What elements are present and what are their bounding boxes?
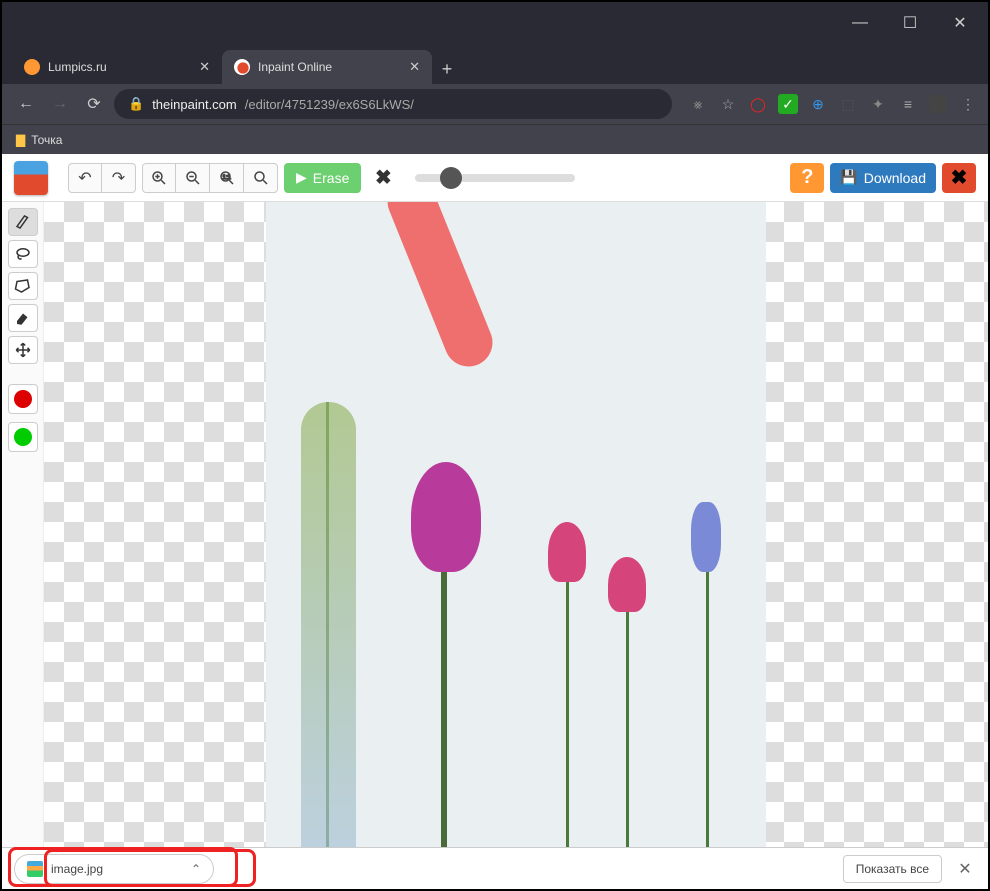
window-titlebar: — ☐ ✕ bbox=[2, 2, 988, 44]
lasso-tool[interactable] bbox=[8, 240, 38, 268]
marker-tool[interactable] bbox=[8, 208, 38, 236]
image-canvas[interactable] bbox=[266, 202, 766, 847]
zoom-group: 1:1 bbox=[142, 163, 278, 193]
eraser-tool[interactable] bbox=[8, 304, 38, 332]
zoom-actual-button[interactable] bbox=[244, 163, 278, 193]
tool-sidebar bbox=[2, 202, 44, 847]
help-button[interactable]: ? bbox=[790, 163, 824, 193]
chevron-up-icon[interactable]: ⌃ bbox=[191, 862, 201, 876]
window-minimize[interactable]: — bbox=[850, 14, 870, 32]
download-filename: image.jpg bbox=[51, 862, 103, 876]
app-toolbar: ↶ ↷ 1:1 ▶ Erase ✖ ? 💾 Download ✖ bbox=[2, 154, 988, 202]
browser-window: — ☐ ✕ Lumpics.ru ✕ Inpaint Online ✕ + ← … bbox=[0, 0, 990, 891]
url-domain: theinpaint.com bbox=[152, 97, 237, 112]
flower-stem bbox=[566, 552, 569, 847]
new-tab-button[interactable]: + bbox=[432, 54, 462, 84]
color-green[interactable] bbox=[8, 422, 38, 452]
tab-label: Inpaint Online bbox=[258, 60, 332, 74]
star-icon[interactable]: ☆ bbox=[718, 94, 738, 114]
undo-redo-group: ↶ ↷ bbox=[68, 163, 136, 193]
play-icon: ▶ bbox=[296, 169, 307, 186]
flower-head bbox=[301, 402, 356, 847]
close-downloads-bar[interactable]: ✕ bbox=[954, 859, 976, 879]
lock-icon: 🔒 bbox=[128, 96, 144, 112]
canvas-viewport[interactable] bbox=[44, 202, 988, 847]
translate-icon[interactable]: ⨳ bbox=[688, 94, 708, 114]
flower-head bbox=[548, 522, 586, 582]
move-tool[interactable] bbox=[8, 336, 38, 364]
list-icon[interactable]: ≡ bbox=[898, 94, 918, 114]
mask-stroke bbox=[380, 202, 499, 374]
save-icon: 💾 bbox=[840, 169, 857, 186]
url-path: /editor/4751239/ex6S6LkWS/ bbox=[245, 97, 414, 112]
forward-button[interactable]: → bbox=[46, 90, 74, 118]
url-input[interactable]: 🔒 theinpaint.com/editor/4751239/ex6S6LkW… bbox=[114, 89, 672, 119]
address-bar: ← → ⟳ 🔒 theinpaint.com/editor/4751239/ex… bbox=[2, 84, 988, 124]
close-icon[interactable]: ✕ bbox=[409, 59, 420, 75]
zoom-fit-button[interactable]: 1:1 bbox=[210, 163, 244, 193]
download-item[interactable]: image.jpg ⌃ bbox=[14, 854, 214, 884]
tab-strip: Lumpics.ru ✕ Inpaint Online ✕ + bbox=[2, 44, 988, 84]
downloads-bar: image.jpg ⌃ Показать все ✕ bbox=[2, 847, 988, 889]
folder-icon: ▇ bbox=[16, 133, 25, 147]
color-red[interactable] bbox=[8, 384, 38, 414]
show-all-downloads[interactable]: Показать все bbox=[843, 855, 942, 883]
close-editor-button[interactable]: ✖ bbox=[942, 163, 976, 193]
erase-label: Erase bbox=[313, 170, 350, 186]
window-close[interactable]: ✕ bbox=[950, 13, 970, 33]
reload-button[interactable]: ⟳ bbox=[80, 90, 108, 118]
puzzle-icon[interactable]: ✦ bbox=[868, 94, 888, 114]
zoom-out-button[interactable] bbox=[176, 163, 210, 193]
close-icon[interactable]: ✕ bbox=[199, 59, 210, 75]
back-button[interactable]: ← bbox=[12, 90, 40, 118]
file-icon bbox=[27, 861, 43, 877]
download-button[interactable]: 💾 Download bbox=[830, 163, 936, 193]
brush-size-slider[interactable] bbox=[415, 174, 575, 182]
tab-lumpics[interactable]: Lumpics.ru ✕ bbox=[12, 50, 222, 84]
editor-area bbox=[2, 202, 988, 847]
check-icon[interactable]: ✓ bbox=[778, 94, 798, 114]
extensions: ⨳ ☆ ◯ ✓ ⊕ ⬚ ✦ ≡ ⋮ bbox=[688, 94, 978, 114]
tab-label: Lumpics.ru bbox=[48, 60, 107, 74]
favicon-lumpics bbox=[24, 59, 40, 75]
erase-button[interactable]: ▶ Erase bbox=[284, 163, 361, 193]
zoom-in-button[interactable] bbox=[142, 163, 176, 193]
flower-head bbox=[608, 557, 646, 612]
redo-button[interactable]: ↷ bbox=[102, 163, 136, 193]
page-content: ↶ ↷ 1:1 ▶ Erase ✖ ? 💾 Download ✖ bbox=[2, 154, 988, 889]
cube-icon[interactable]: ⬚ bbox=[838, 94, 858, 114]
bookmarks-bar: ▇ Точка bbox=[2, 124, 988, 154]
svg-text:1:1: 1:1 bbox=[222, 174, 231, 180]
undo-button[interactable]: ↶ bbox=[68, 163, 102, 193]
flower-stem bbox=[626, 582, 629, 847]
download-label: Download bbox=[864, 170, 926, 186]
window-maximize[interactable]: ☐ bbox=[900, 13, 920, 33]
tab-inpaint[interactable]: Inpaint Online ✕ bbox=[222, 50, 432, 84]
polygon-tool[interactable] bbox=[8, 272, 38, 300]
flower-head bbox=[411, 462, 481, 572]
avatar[interactable] bbox=[928, 94, 948, 114]
flower-head bbox=[691, 502, 721, 572]
menu-icon[interactable]: ⋮ bbox=[958, 94, 978, 114]
opera-icon[interactable]: ◯ bbox=[748, 94, 768, 114]
cancel-button[interactable]: ✖ bbox=[367, 163, 399, 193]
bookmark-item[interactable]: Точка bbox=[31, 133, 62, 147]
favicon-inpaint bbox=[234, 59, 250, 75]
slider-thumb[interactable] bbox=[440, 167, 462, 189]
app-logo[interactable] bbox=[14, 161, 48, 195]
globe-icon[interactable]: ⊕ bbox=[808, 94, 828, 114]
